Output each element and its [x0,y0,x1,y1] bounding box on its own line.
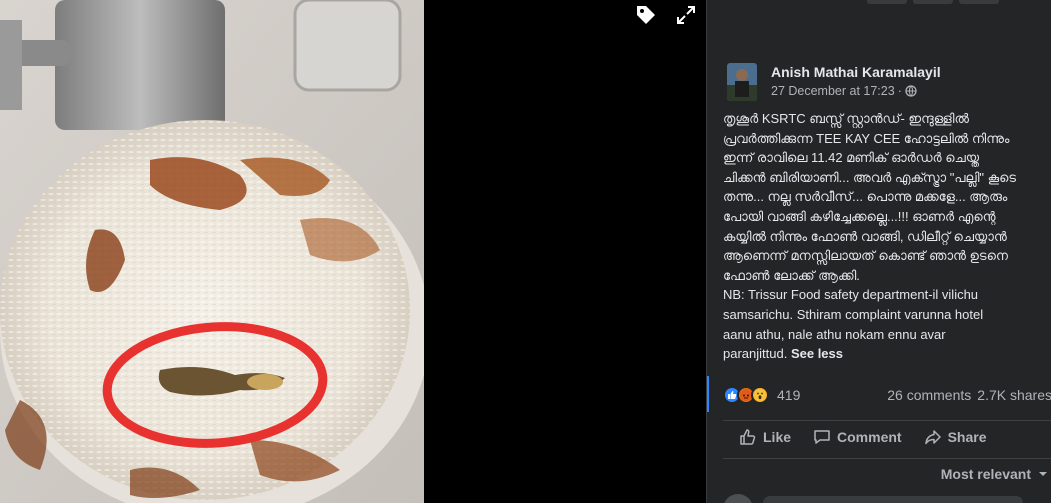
engagement-counts: 26 comments 2.7K shares [887,387,1051,403]
share-label: Share [947,429,987,445]
biryani-photo [0,0,424,503]
comment-label: Comment [837,429,902,445]
globe-icon [905,85,917,97]
author-name[interactable]: Anish Mathai Karamalayil [771,63,941,81]
post-photo [0,0,424,503]
post-text-line: ഇന്ന് രാവിലെ 11.42 മണിക് ഓർഡർ ചെയ്ത [723,150,980,166]
post-text-line: പോയി വാങ്ങി കഴിച്ചേക്കല്ലെ...!!! ഓണർ എന്… [723,208,996,224]
post-text-line: തന്നു... നല്ല സർവീസ്... പൊന്നു മക്കളേ...… [723,189,1008,205]
post-timestamp[interactable]: 27 December at 17:23 [771,83,895,99]
see-less-link[interactable]: See less [791,346,843,361]
post-text-line: തൃശൂർ KSRTC ബസ്സ് സ്റ്റാൻഡ്- ഇന്ദുള്ളിൽ [723,111,969,126]
comments-count[interactable]: 26 comments [887,387,971,403]
tag-photo-button[interactable] [633,2,659,28]
post-text-line: samsarichu. Sthiram complaint varunna ho… [723,306,984,322]
shares-count[interactable]: 2.7K shares [977,387,1051,403]
comment-input[interactable] [763,496,1023,503]
post-text-line: കയ്യിൽ നിന്നും ഫോൺ വാങ്ങി, ഡിലീറ്റ് ചെയ്… [723,228,1007,244]
viewer-toolbar [633,2,699,28]
tag-icon [637,6,655,24]
divider [723,420,1051,421]
comment-icon [814,430,830,444]
reaction-count[interactable]: 419 [777,387,800,403]
wow-reaction-icon [751,386,769,404]
post-text-line: ഫോൺ ലോക്ക് ആക്കി. [723,267,860,283]
post-header: Anish Mathai Karamalayil 27 December at … [727,63,941,101]
post-text-last-line: paranjittud. See less [723,344,1049,364]
post-text-line: ചിക്കൻ ബിരിയാണി... അവർ എക്സ്ട്രാ "പല്ലി"… [723,169,1017,185]
top-strip [867,0,999,4]
focus-indicator [707,376,709,412]
commenter-avatar [723,494,753,503]
sort-label: Most relevant [940,466,1031,482]
meta-separator: · [897,84,902,98]
expand-icon [677,6,695,24]
post-text: തൃശൂർ KSRTC ബസ്സ് സ്റ്റാൻഡ്- ഇന്ദുള്ളിൽ … [723,109,1049,364]
photo-viewer [0,0,706,503]
post-meta: 27 December at 17:23 · [771,83,941,99]
post-text-line: പ്രവർത്തിക്കുന്ന TEE KAY CEE ഹോട്ടലിൽ നി… [723,130,1010,146]
post-text-line: aanu athu, nale athu nokam ennu avar [723,326,946,342]
reaction-icons[interactable] [723,386,769,404]
share-icon [924,430,941,445]
author-avatar[interactable] [727,63,757,101]
comment-sort-dropdown[interactable]: Most relevant [941,466,1049,482]
share-button[interactable]: Share [924,428,987,446]
post-text-line: NB: Trissur Food safety department-il vi… [723,287,979,303]
like-button[interactable]: Like [739,428,791,446]
thumbs-up-icon [740,429,756,445]
action-bar: Like Comment Share [739,428,987,446]
post-text-line: paranjittud. [723,346,788,362]
like-label: Like [763,429,792,445]
comment-button[interactable]: Comment [813,428,902,446]
post-side-panel: Anish Mathai Karamalayil 27 December at … [706,0,1051,503]
divider [723,458,1051,459]
caret-down-icon [1039,472,1047,476]
reaction-bar: 419 26 comments 2.7K shares [723,386,1051,404]
post-text-line: ആണെന്ന് മനസ്സിലായത് കൊണ്ട് ഞാൻ ഉടനെ [723,248,1008,264]
fullscreen-button[interactable] [673,2,699,28]
